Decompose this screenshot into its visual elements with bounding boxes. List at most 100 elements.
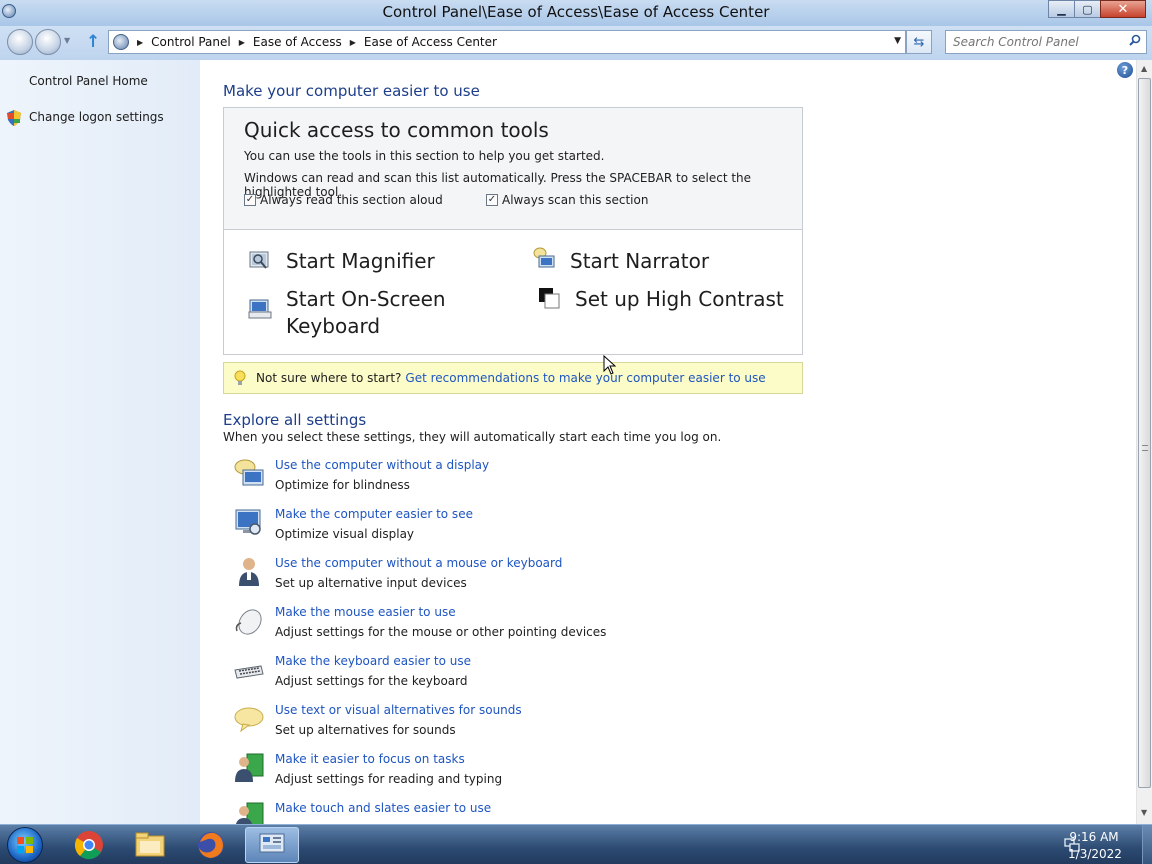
breadcrumb-ease-of-access[interactable]: Ease of Access <box>253 35 342 49</box>
touch-and-slates-link[interactable]: Make touch and slates easier to use <box>275 801 491 815</box>
system-tray: 9:16 AM 1/3/2022 <box>1022 825 1152 864</box>
sidebar-item-control-panel-home[interactable]: Control Panel Home <box>29 74 148 88</box>
title-bar: Control Panel\Ease of Access\Ease of Acc… <box>0 0 1152 26</box>
list-item: Use text or visual alternatives for soun… <box>233 703 793 749</box>
list-item: Use the computer without a mouse or keyb… <box>233 556 793 602</box>
quick-access-panel: Quick access to common tools You can use… <box>223 107 803 355</box>
explore-settings-heading: Explore all settings <box>223 411 367 429</box>
always-scan-checkbox[interactable]: ✓ Always scan this section <box>486 193 648 207</box>
set-up-high-contrast-button[interactable]: Set up High Contrast <box>575 287 784 311</box>
taskbar-control-panel[interactable] <box>245 827 299 863</box>
show-desktop-button[interactable] <box>1142 825 1152 864</box>
minimize-button[interactable]: ▁ <box>1048 0 1075 18</box>
navigation-bar: ▼ ↑ ▶ Control Panel ▶ Ease of Access ▶ E… <box>0 26 1152 60</box>
breadcrumb-control-panel[interactable]: Control Panel <box>151 35 231 49</box>
quick-access-title: Quick access to common tools <box>244 118 549 142</box>
taskbar-firefox[interactable] <box>184 827 238 863</box>
scrollbar-thumb[interactable] <box>1138 78 1151 788</box>
list-item: Make the mouse easier to use Adjust sett… <box>233 605 793 651</box>
light-bulb-icon <box>234 370 246 385</box>
high-contrast-icon <box>539 288 560 309</box>
address-bar[interactable]: ▶ Control Panel ▶ Ease of Access ▶ Ease … <box>108 30 906 54</box>
mouse-pointer-icon <box>603 355 617 375</box>
chevron-right-icon[interactable]: ▶ <box>239 38 245 47</box>
on-screen-keyboard-label-line2: Keyboard <box>286 314 381 338</box>
always-scan-label: Always scan this section <box>502 193 649 207</box>
search-box[interactable] <box>945 30 1147 54</box>
text-visual-alternatives-description: Set up alternatives for sounds <box>275 723 456 737</box>
on-screen-keyboard-label-line1: Start On-Screen <box>286 287 446 311</box>
focus-on-tasks-link[interactable]: Make it easier to focus on tasks <box>275 752 465 766</box>
list-item: Make touch and slates easier to use <box>233 801 793 824</box>
make-easier-to-see-link[interactable]: Make the computer easier to see <box>275 507 473 521</box>
breadcrumb-ease-of-access-center[interactable]: Ease of Access Center <box>364 35 497 49</box>
forward-button[interactable] <box>35 29 61 55</box>
chevron-right-icon[interactable]: ▶ <box>350 38 356 47</box>
person-tablet-icon <box>235 802 264 824</box>
monitor-magnify-icon <box>235 509 261 535</box>
clock-date[interactable]: 1/3/2022 <box>1064 847 1126 861</box>
shield-icon <box>7 110 21 126</box>
start-on-screen-keyboard-button[interactable]: Start On-Screen Keyboard <box>286 287 446 338</box>
back-button[interactable] <box>7 29 33 55</box>
firefox-icon <box>198 832 224 858</box>
chevron-right-icon[interactable]: ▶ <box>137 38 143 47</box>
list-item: Make the computer easier to see Optimize… <box>233 507 793 553</box>
scroll-up-icon[interactable]: ▲ <box>1141 64 1147 73</box>
taskbar: 9:16 AM 1/3/2022 <box>0 824 1152 864</box>
up-arrow-icon[interactable]: ↑ <box>86 32 100 52</box>
search-input[interactable] <box>946 31 1116 53</box>
keyboard-icon <box>234 665 264 679</box>
make-keyboard-easier-link[interactable]: Make the keyboard easier to use <box>275 654 471 668</box>
clock-time[interactable]: 9:16 AM <box>1064 830 1124 844</box>
checkbox-checked-icon[interactable]: ✓ <box>486 194 498 206</box>
on-screen-keyboard-icon <box>248 299 272 319</box>
taskbar-file-explorer[interactable] <box>123 827 177 863</box>
list-item: Make it easier to focus on tasks Adjust … <box>233 752 793 798</box>
person-speech-icon <box>239 558 259 586</box>
mouse-icon <box>235 609 262 635</box>
control-panel-icon <box>259 833 285 853</box>
search-icon[interactable] <box>1129 34 1141 46</box>
refresh-button[interactable]: ⇆ <box>906 30 932 54</box>
use-without-mouse-keyboard-link[interactable]: Use the computer without a mouse or keyb… <box>275 556 562 570</box>
control-panel-icon <box>113 34 129 50</box>
make-keyboard-easier-description: Adjust settings for the keyboard <box>275 674 468 688</box>
quick-access-description: You can use the tools in this section to… <box>244 149 605 163</box>
focus-on-tasks-description: Adjust settings for reading and typing <box>275 772 503 786</box>
make-easier-to-see-description: Optimize visual display <box>275 527 415 541</box>
taskbar-chrome[interactable] <box>62 827 116 863</box>
checkbox-checked-icon[interactable]: ✓ <box>244 194 256 206</box>
recommendation-bar: Not sure where to start? Get recommendat… <box>223 362 803 394</box>
window-controls: ▁ ▢ ✕ <box>1048 0 1146 18</box>
get-recommendations-link[interactable]: Get recommendations to make your compute… <box>405 371 765 385</box>
windows-logo-icon <box>17 837 33 853</box>
sidebar-item-change-logon-settings[interactable]: Change logon settings <box>29 110 164 124</box>
chevron-down-icon[interactable]: ▼ <box>894 36 901 46</box>
page-title: Make your computer easier to use <box>223 82 480 100</box>
speech-bubble-icon <box>234 707 264 733</box>
help-icon[interactable]: ? <box>1117 62 1133 78</box>
recommendation-text: Not sure where to start? <box>256 371 402 385</box>
list-item: Make the keyboard easier to use Adjust s… <box>233 654 793 700</box>
sidebar: Control Panel Home Change logon settings <box>0 60 200 824</box>
text-visual-alternatives-link[interactable]: Use text or visual alternatives for soun… <box>275 703 522 717</box>
explore-settings-description: When you select these settings, they wil… <box>223 430 722 444</box>
use-without-mouse-keyboard-description: Set up alternative input devices <box>275 576 467 590</box>
scroll-down-icon[interactable]: ▼ <box>1141 808 1147 817</box>
person-document-icon <box>235 753 264 782</box>
main-content: ? Make your computer easier to use Quick… <box>200 60 1136 824</box>
vertical-scrollbar[interactable]: ▲ ▼ <box>1136 60 1152 824</box>
make-mouse-easier-description: Adjust settings for the mouse or other p… <box>275 625 607 639</box>
use-without-display-link[interactable]: Use the computer without a display <box>275 458 489 472</box>
recent-pages-dropdown-icon[interactable]: ▼ <box>64 36 70 45</box>
start-narrator-button[interactable]: Start Narrator <box>570 249 709 273</box>
start-button[interactable] <box>7 827 43 863</box>
start-magnifier-button[interactable]: Start Magnifier <box>286 249 435 273</box>
make-mouse-easier-link[interactable]: Make the mouse easier to use <box>275 605 456 619</box>
maximize-button[interactable]: ▢ <box>1074 0 1101 18</box>
close-button[interactable]: ✕ <box>1100 0 1146 18</box>
always-read-checkbox[interactable]: ✓ Always read this section aloud <box>244 193 443 207</box>
file-explorer-icon <box>135 832 165 857</box>
display-speaker-icon <box>234 459 264 486</box>
